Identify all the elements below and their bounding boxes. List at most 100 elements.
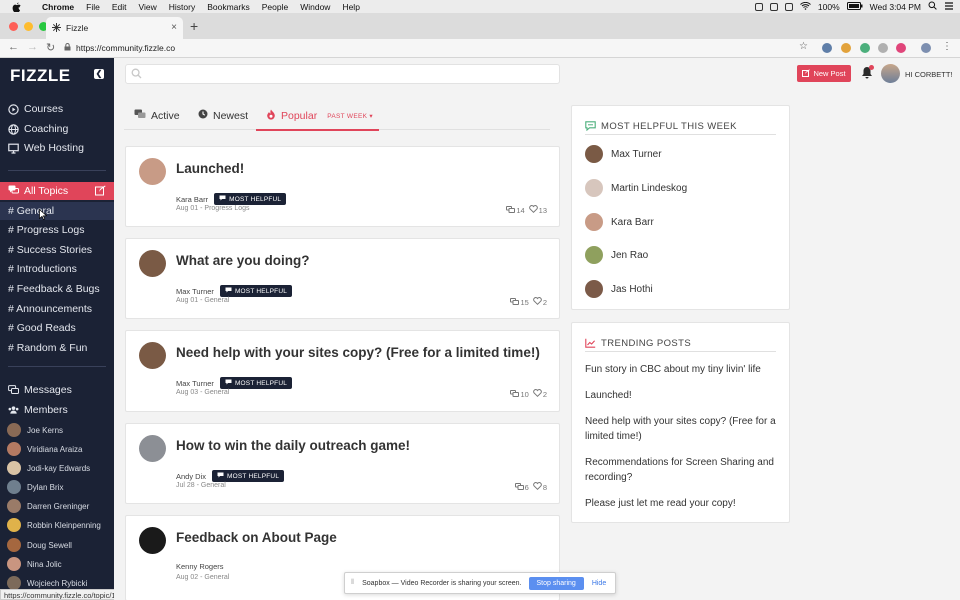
menu-bookmarks[interactable]: Bookmarks	[207, 2, 250, 12]
notifications-bell-icon[interactable]	[861, 65, 874, 82]
battery-percent[interactable]: 100%	[818, 2, 840, 12]
helper-item[interactable]: Max Turner	[585, 145, 662, 163]
menu-help[interactable]: Help	[342, 2, 359, 12]
tab-newest[interactable]: Newest	[198, 109, 248, 122]
post-title[interactable]: How to win the daily outreach game!	[176, 438, 410, 453]
collapse-sidebar-icon[interactable]: ❮	[94, 69, 104, 79]
sidebar-item-courses[interactable]: Courses	[8, 103, 63, 115]
status-app-icon[interactable]	[754, 2, 763, 11]
browser-tab[interactable]: Fizzle ×	[46, 17, 183, 39]
post-title[interactable]: Need help with your sites copy? (Free fo…	[176, 345, 540, 360]
sidebar-topic-good-reads[interactable]: # Good Reads	[8, 322, 76, 334]
post-author[interactable]: Max Turner	[176, 379, 214, 388]
fizzle-logo[interactable]: FIZZLE	[10, 66, 71, 86]
browser-menu-icon[interactable]: ⋮	[942, 41, 952, 52]
post-card[interactable]: Launched! Kara Barr MOST HELPFUL Aug 01 …	[125, 146, 560, 227]
extension-icon[interactable]	[860, 43, 870, 53]
trending-post-link[interactable]: Launched!	[585, 388, 780, 403]
sidebar-item-messages[interactable]: Messages	[8, 384, 72, 396]
post-card[interactable]: What are you doing? Max Turner MOST HELP…	[125, 238, 560, 319]
menu-edit[interactable]: Edit	[112, 2, 127, 12]
member-item[interactable]: Wojciech Rybicki	[7, 576, 87, 590]
search-input[interactable]	[125, 64, 560, 84]
sidebar-item-members[interactable]: Members	[8, 404, 68, 416]
post-author[interactable]: Kenny Rogers	[176, 562, 224, 571]
menu-window[interactable]: Window	[300, 2, 330, 12]
menu-file[interactable]: File	[86, 2, 100, 12]
stop-sharing-button[interactable]: Stop sharing	[528, 576, 584, 590]
post-author[interactable]: Andy Dix	[176, 472, 206, 481]
member-item[interactable]: Nina Jolic	[7, 557, 62, 571]
sidebar-item-all-topics[interactable]: All Topics	[0, 182, 114, 200]
trending-post-link[interactable]: Fun story in CBC about my tiny livin' li…	[585, 362, 780, 377]
extension-icon[interactable]	[896, 43, 906, 53]
sidebar-item-coaching[interactable]: Coaching	[8, 123, 68, 135]
period-dropdown[interactable]: PAST WEEK ▾	[327, 112, 373, 120]
spotlight-icon[interactable]	[928, 1, 937, 12]
reload-button[interactable]: ↻	[46, 41, 55, 54]
sidebar-topic-progress-logs[interactable]: # Progress Logs	[8, 224, 84, 236]
extension-icon[interactable]	[822, 43, 832, 53]
status-app-icon[interactable]	[769, 2, 778, 11]
new-post-button[interactable]: New Post	[797, 65, 851, 82]
menu-app-chrome[interactable]: Chrome	[42, 2, 74, 12]
member-item[interactable]: Robbin Kleinpenning	[7, 518, 101, 532]
apple-icon[interactable]	[12, 0, 24, 13]
like-count[interactable]: 2	[532, 297, 547, 307]
trending-post-link[interactable]: Recommendations for Screen Sharing and r…	[585, 455, 780, 485]
post-author[interactable]: Kara Barr	[176, 195, 208, 204]
sidebar-topic-success-stories[interactable]: # Success Stories	[8, 244, 92, 256]
minimize-window-button[interactable]	[24, 22, 33, 31]
tab-popular[interactable]: Popular PAST WEEK ▾	[266, 109, 373, 123]
drag-handle-icon[interactable]: ⦀	[351, 579, 354, 587]
like-count[interactable]: 13	[528, 205, 547, 215]
back-button[interactable]: ←	[8, 41, 19, 53]
edit-icon[interactable]	[95, 185, 106, 199]
helper-item[interactable]: Kara Barr	[585, 213, 654, 231]
post-card[interactable]: How to win the daily outreach game! Andy…	[125, 423, 560, 504]
like-count[interactable]: 8	[532, 482, 547, 492]
helper-item[interactable]: Jen Rao	[585, 246, 648, 264]
trending-post-link[interactable]: Please just let me read your copy!	[585, 496, 780, 511]
menu-view[interactable]: View	[138, 2, 156, 12]
helper-item[interactable]: Martin Lindeskog	[585, 179, 687, 197]
close-tab-icon[interactable]: ×	[171, 22, 177, 33]
menu-history[interactable]: History	[169, 2, 195, 12]
battery-icon[interactable]	[846, 1, 863, 12]
sidebar-topic-introductions[interactable]: # Introductions	[8, 263, 77, 275]
post-author[interactable]: Max Turner	[176, 287, 214, 296]
post-title[interactable]: What are you doing?	[176, 253, 310, 268]
post-card[interactable]: Need help with your sites copy? (Free fo…	[125, 330, 560, 412]
hide-button[interactable]: Hide	[592, 580, 606, 587]
status-app-icon[interactable]	[784, 2, 793, 11]
sidebar-topic-announcements[interactable]: # Announcements	[8, 303, 92, 315]
sidebar-topic-feedback-bugs[interactable]: # Feedback & Bugs	[8, 283, 100, 295]
menu-people[interactable]: People	[262, 2, 288, 12]
user-avatar[interactable]	[881, 64, 900, 83]
sidebar-topic-general[interactable]: # General	[0, 202, 114, 220]
member-item[interactable]: Joe Kerns	[7, 423, 63, 437]
notification-center-icon[interactable]	[944, 1, 954, 12]
trending-post-link[interactable]: Need help with your sites copy? (Free fo…	[585, 414, 780, 444]
sidebar-item-web-hosting[interactable]: Web Hosting	[8, 142, 84, 154]
extension-icon[interactable]	[878, 43, 888, 53]
member-item[interactable]: Dylan Brix	[7, 480, 63, 494]
sidebar-topic-random-fun[interactable]: # Random & Fun	[8, 342, 87, 354]
member-item[interactable]: Doug Sewell	[7, 538, 72, 552]
member-item[interactable]: Darren Greninger	[7, 499, 89, 513]
tab-active[interactable]: Active	[134, 109, 180, 122]
post-title[interactable]: Launched!	[176, 161, 244, 176]
post-title[interactable]: Feedback on About Page	[176, 530, 337, 545]
helper-item[interactable]: Jas Hothi	[585, 280, 653, 298]
new-tab-button[interactable]: +	[190, 18, 198, 34]
url-field[interactable]: https://community.fizzle.co	[64, 40, 824, 56]
extension-icon[interactable]	[841, 43, 851, 53]
forward-button[interactable]: →	[27, 41, 38, 53]
user-greeting[interactable]: HI CORBETT!	[905, 70, 953, 79]
member-item[interactable]: Viridiana Araiza	[7, 442, 82, 456]
bookmark-star-icon[interactable]: ☆	[799, 41, 808, 52]
clock[interactable]: Wed 3:04 PM	[870, 2, 921, 12]
profile-avatar[interactable]	[921, 43, 931, 53]
close-window-button[interactable]	[9, 22, 18, 31]
wifi-icon[interactable]	[800, 1, 811, 12]
